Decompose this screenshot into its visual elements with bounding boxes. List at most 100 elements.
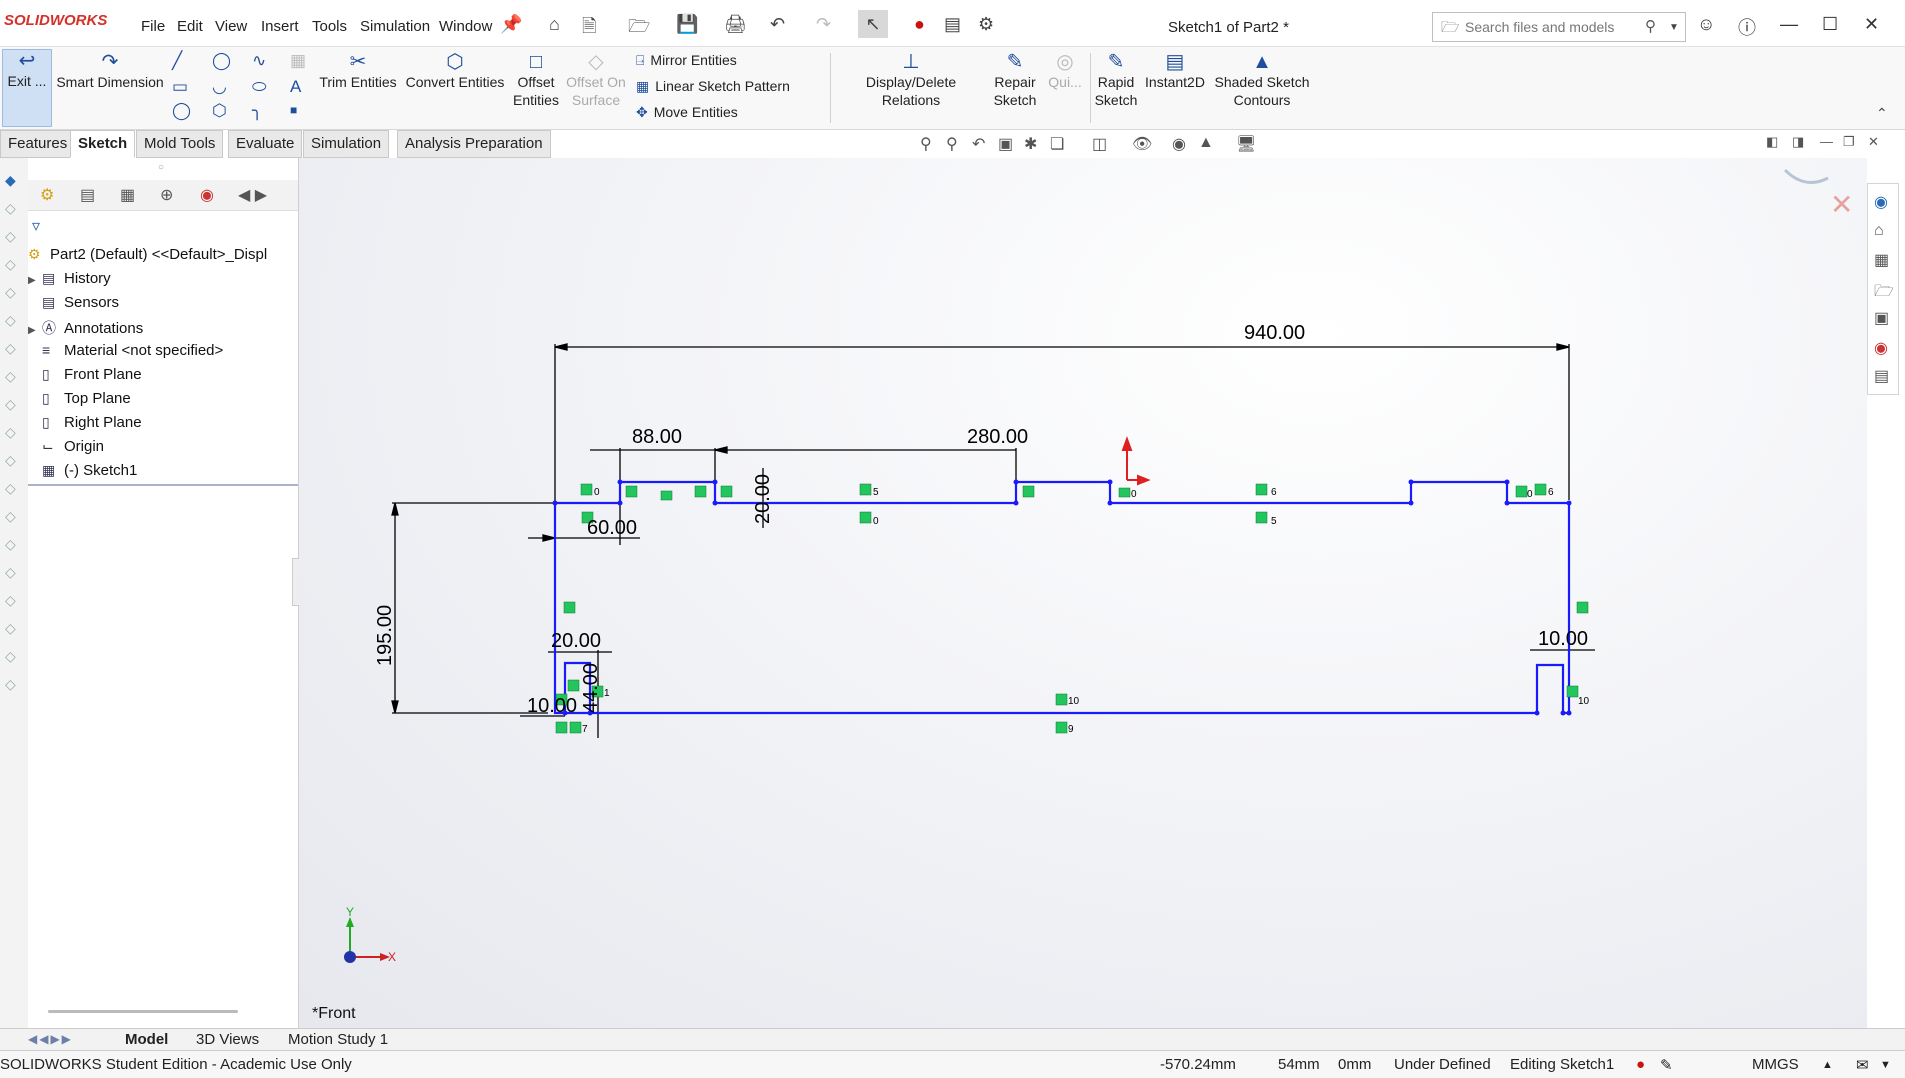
tree-root-part[interactable]: ⚙ Part2 (Default) <<Default>_Displ (28, 246, 267, 263)
confirmation-corner[interactable]: ✕ (1783, 168, 1853, 220)
filter-icon[interactable]: ▿ (32, 216, 40, 236)
chevron-down-icon[interactable]: ▼ (1880, 1059, 1891, 1071)
menu-insert[interactable]: Insert (261, 18, 299, 35)
vertex[interactable] (1566, 710, 1572, 716)
file-explorer-icon[interactable]: 🗁 (1874, 280, 1894, 307)
relation-badge[interactable] (1566, 685, 1579, 698)
shaded-sketch-contours-button[interactable]: ▲ Shaded Sketch Contours (1212, 51, 1312, 109)
dimension-foot-gap-left[interactable]: 10.00 (527, 695, 577, 717)
apply-scene-icon[interactable]: ▲ (1198, 134, 1214, 152)
feature-icon[interactable]: ◇ (5, 480, 16, 497)
feature-icon[interactable]: ◇ (5, 536, 16, 553)
feature-icon[interactable]: ◇ (5, 564, 16, 581)
relation-badge[interactable] (580, 483, 593, 496)
zoom-to-area-icon[interactable]: ⚲ (946, 134, 958, 154)
relation-badge[interactable] (555, 721, 568, 734)
view-settings-icon[interactable]: 🖥 (1236, 134, 1256, 154)
smart-dimension-button[interactable]: ↷ Smart Dimension (55, 51, 165, 91)
vertex[interactable] (712, 500, 718, 506)
fillet-icon[interactable]: ╮ (252, 101, 262, 121)
menu-simulation[interactable]: Simulation (360, 18, 430, 35)
options-gear-icon[interactable]: ⚙ (978, 14, 994, 35)
vertex[interactable] (1408, 500, 1414, 506)
pin-icon[interactable]: 📌 (500, 14, 522, 35)
relation-badge[interactable] (569, 721, 582, 734)
tree-item-sensors[interactable]: ▤ Sensors (28, 294, 119, 311)
tab-sketch[interactable]: Sketch (70, 130, 136, 158)
print-icon[interactable]: 🖨 (724, 14, 747, 35)
relation-badge[interactable] (625, 485, 638, 498)
search-input[interactable]: Search files and models (1465, 19, 1614, 35)
feature-icon[interactable]: ◇ (5, 200, 16, 217)
menu-file[interactable]: File (141, 18, 165, 35)
rectangle-icon[interactable]: ▭ (172, 77, 188, 97)
menu-view[interactable]: View (215, 18, 247, 35)
relation-badge[interactable] (567, 679, 580, 692)
menu-window[interactable]: Window (439, 18, 492, 35)
open-icon[interactable]: 🗁 (628, 14, 650, 44)
repair-sketch-button[interactable]: ✎ Repair Sketch (990, 51, 1040, 109)
quick-snaps-button[interactable]: ◎ Qui... (1044, 51, 1086, 91)
tree-item-origin[interactable]: ⌙ Origin (28, 438, 104, 455)
display-manager-icon[interactable]: ◉ (200, 185, 214, 205)
tile-left-icon[interactable]: ◧ (1766, 134, 1778, 150)
expand-arrow-icon[interactable]: ▶ (28, 275, 42, 286)
solidworks-resources-icon[interactable]: ◉ (1874, 192, 1888, 212)
vertex[interactable] (617, 479, 623, 485)
expand-arrow-icon[interactable]: ▶ (28, 325, 42, 336)
line-icon[interactable]: ╱ (172, 51, 182, 71)
tab-mold-tools[interactable]: Mold Tools (136, 130, 224, 158)
relation-badge[interactable] (859, 483, 872, 496)
relation-badge[interactable] (1255, 483, 1268, 496)
plane-sketch-icon[interactable]: ▦ (290, 51, 306, 71)
dimxpert-manager-icon[interactable]: ⊕ (160, 185, 173, 205)
zoom-to-fit-icon[interactable]: ⚲ (920, 134, 932, 154)
tab-scroll-arrows-icon[interactable]: ◀◀▶▶ (28, 1032, 73, 1046)
tab-simulation[interactable]: Simulation (303, 130, 390, 158)
sketch-profile[interactable] (553, 480, 1571, 715)
dimension-foot-width-right[interactable]: 10.00 (1538, 628, 1588, 650)
viewport-close-icon[interactable]: ✕ (1868, 134, 1879, 150)
feature-icon[interactable]: ◇ (5, 256, 16, 273)
feature-icon[interactable]: ◇ (5, 396, 16, 413)
dynamic-annotation-icon[interactable]: ✱ (1024, 134, 1037, 154)
feature-icon[interactable]: ◇ (5, 452, 16, 469)
units-selector[interactable]: MMGS (1752, 1056, 1799, 1073)
vertex[interactable] (1013, 500, 1019, 506)
relation-badge[interactable] (720, 485, 733, 498)
rollback-bar[interactable] (28, 484, 298, 486)
vertex[interactable] (1534, 710, 1540, 716)
appearances-icon[interactable]: ◉ (1874, 338, 1888, 358)
relation-badge[interactable] (1576, 601, 1589, 614)
feature-icon[interactable]: ◇ (5, 592, 16, 609)
feature-manager-icon[interactable]: ⚙ (40, 185, 54, 205)
chevron-up-icon[interactable]: ▲ (1822, 1059, 1833, 1071)
sketch-plane-icon[interactable]: ◆ (5, 172, 16, 189)
vertex[interactable] (1408, 479, 1414, 485)
relation-badge[interactable] (1055, 693, 1068, 706)
dimension-left-step[interactable]: 88.00 (632, 426, 682, 448)
tab-evaluate[interactable]: Evaluate (228, 130, 303, 158)
select-arrow-icon[interactable]: ↖ (858, 10, 888, 38)
offset-entities-button[interactable]: □ Offset Entities (510, 51, 562, 109)
design-library-icon[interactable]: ▦ (1874, 250, 1889, 270)
display-style-icon[interactable]: ◫ (1092, 134, 1107, 154)
sketch-profile-line[interactable] (553, 480, 1571, 715)
relation-badge[interactable] (1255, 511, 1268, 524)
point-icon[interactable]: ■ (290, 103, 297, 117)
dimension-mid-span[interactable]: 280.00 (967, 426, 1028, 448)
vertex[interactable] (1504, 479, 1510, 485)
vertex[interactable] (1560, 710, 1566, 716)
custom-properties-icon[interactable]: ▤ (1874, 366, 1889, 386)
trim-entities-button[interactable]: ✂ Trim Entities (318, 51, 398, 91)
text-icon[interactable]: A (290, 77, 301, 97)
close-icon[interactable]: ✕ (1864, 14, 1879, 35)
tab-motion-study-1[interactable]: Motion Study 1 (280, 1031, 396, 1048)
tab-model[interactable]: Model (117, 1031, 176, 1048)
hide-show-items-icon[interactable]: 👁 (1132, 134, 1152, 154)
ellipse-icon[interactable]: ⬭ (252, 77, 267, 97)
view-palette-icon[interactable]: ▣ (1874, 308, 1889, 328)
display-delete-relations-button[interactable]: ⊥ Display/Delete Relations (836, 51, 986, 109)
file-properties-icon[interactable]: ▤ (944, 14, 961, 35)
relation-badge[interactable] (859, 511, 872, 524)
